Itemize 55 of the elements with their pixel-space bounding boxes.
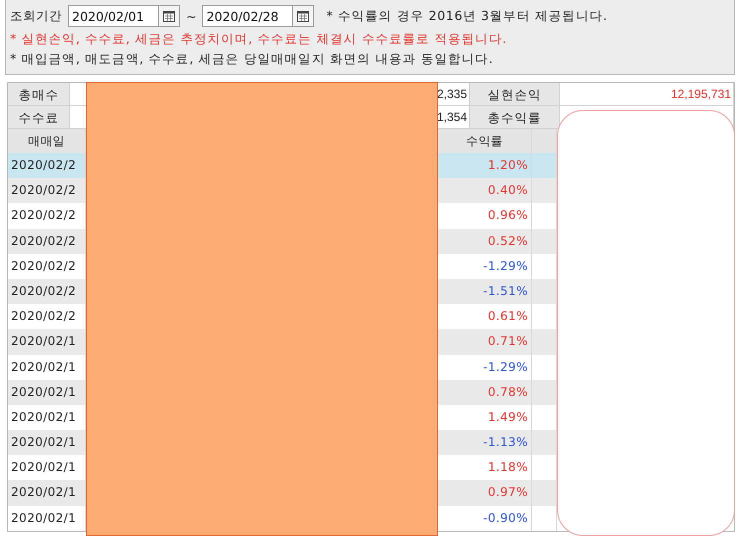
rate-cell: 0.61% — [438, 304, 532, 330]
summary-value: 12,195,731 — [560, 83, 734, 106]
table-cell — [532, 178, 557, 204]
table-cell — [532, 153, 557, 178]
summary-label: 총수익률 — [470, 106, 560, 129]
table-cell — [532, 228, 557, 254]
notice-text: * 수익률의 경우 2016년 3월부터 제공됩니다. — [326, 8, 608, 24]
rate-cell: 0.52% — [438, 228, 532, 254]
calendar-button[interactable] — [158, 5, 180, 27]
table-cell — [532, 455, 557, 480]
date-cell[interactable]: 2020/02/1 — [8, 329, 86, 355]
range-separator: ~ — [186, 8, 196, 24]
start-date-field[interactable]: 2020/02/01 — [68, 5, 158, 27]
date-cell[interactable]: 2020/02/2 — [8, 278, 86, 304]
column-header[interactable]: 수익률 — [438, 129, 532, 154]
date-cell[interactable]: 2020/02/2 — [8, 304, 86, 330]
rate-cell: 0.78% — [438, 380, 532, 405]
table-cell — [532, 506, 557, 531]
header-cell — [532, 129, 557, 154]
date-cell[interactable]: 2020/02/1 — [8, 430, 86, 456]
column-header[interactable]: 매매일 — [8, 129, 86, 154]
end-date-field[interactable]: 2020/02/28 — [202, 5, 292, 27]
date-cell[interactable]: 2020/02/2 — [8, 153, 86, 178]
info-text: * 매입금액, 매도금액, 수수료, 세금은 당일매매일지 화면의 내용과 동일합니다. — [10, 50, 494, 68]
calendar-icon[interactable] — [163, 10, 175, 22]
rate-cell: -1.29% — [438, 354, 532, 380]
rate-cell: -0.90% — [438, 506, 532, 531]
date-cell[interactable]: 2020/02/1 — [8, 380, 86, 405]
table-cell — [532, 430, 557, 456]
summary-label: 실현손익 — [470, 83, 560, 106]
rate-cell: -1.51% — [438, 278, 532, 304]
rate-cell: 0.71% — [438, 329, 532, 355]
date-cell[interactable]: 2020/02/1 — [8, 480, 86, 506]
rate-cell: -1.13% — [438, 430, 532, 456]
period-label: 조회기간 — [10, 8, 62, 24]
date-cell[interactable]: 2020/02/1 — [8, 506, 86, 531]
date-cell[interactable]: 2020/02/2 — [8, 178, 86, 204]
table-cell — [532, 304, 557, 330]
rate-cell: 1.20% — [438, 153, 532, 178]
calendar-button[interactable] — [292, 5, 314, 27]
summary-label: 총매수 — [8, 83, 70, 106]
table-cell — [532, 329, 557, 355]
date-cell[interactable]: 2020/02/2 — [8, 228, 86, 254]
table-cell — [532, 354, 557, 380]
warning-text: * 실현손익, 수수료, 세금은 추정치이며, 수수료는 체결시 수수료률로 적용됩니다. — [10, 30, 508, 48]
table-cell — [532, 278, 557, 304]
summary-label: 수수료 — [8, 106, 70, 129]
rate-cell: 0.40% — [438, 178, 532, 204]
table-cell — [532, 480, 557, 506]
calendar-icon[interactable] — [297, 10, 310, 22]
date-cell[interactable]: 2020/02/1 — [8, 354, 86, 380]
rate-cell: 0.97% — [438, 480, 532, 506]
rate-cell: 1.18% — [438, 455, 532, 480]
date-cell[interactable]: 2020/02/1 — [8, 455, 86, 480]
table-cell — [532, 380, 557, 405]
